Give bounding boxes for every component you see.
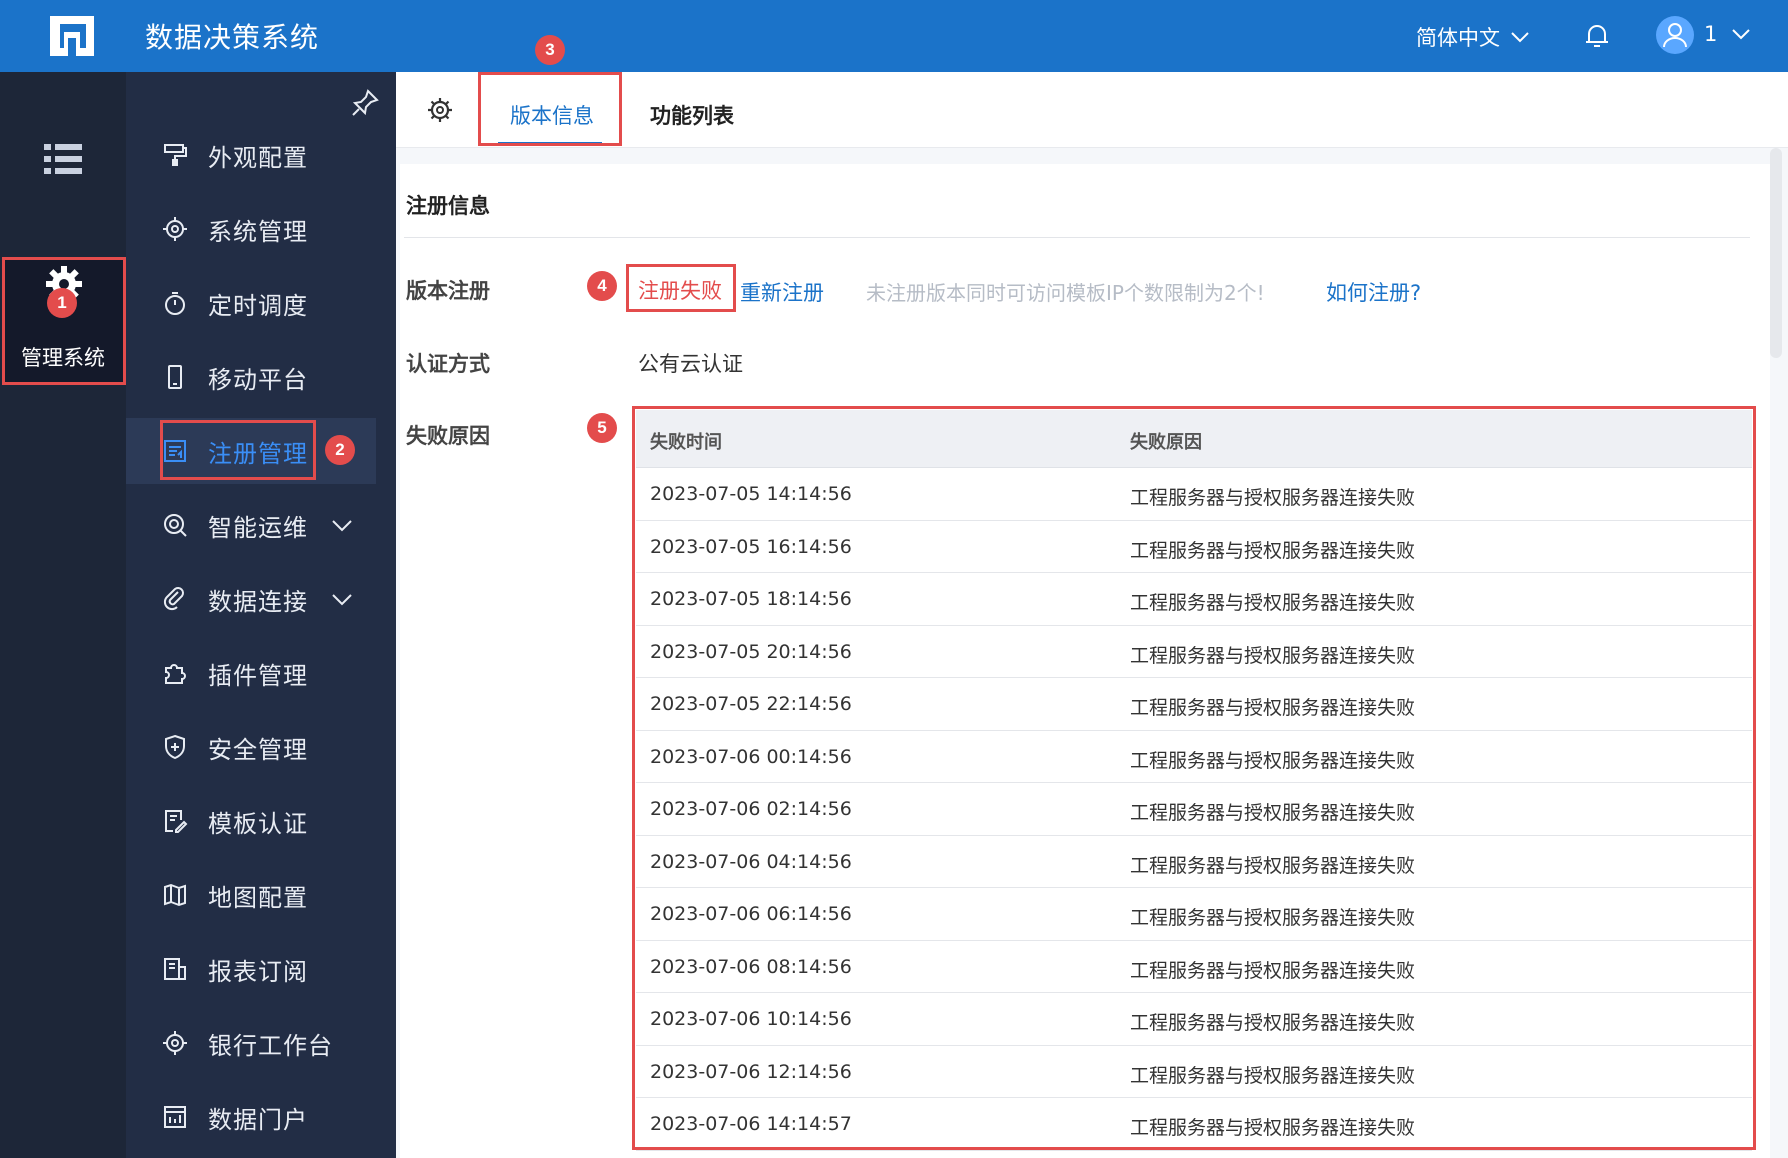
register-hint: 未注册版本同时可访问模板IP个数限制为2个! [866, 281, 1265, 305]
menu-item-label: 报表订阅 [208, 957, 308, 986]
ops-icon [164, 514, 187, 537]
auth-method-label: 认证方式 [406, 352, 490, 376]
annotation-badge-3: 3 [535, 35, 565, 65]
menu-item-label: 外观配置 [208, 143, 308, 172]
language-label: 简体中文 [1416, 26, 1500, 50]
menu-item-label: 地图配置 [208, 883, 308, 912]
chevron-down-icon [332, 594, 352, 606]
annotation-badge-2: 2 [325, 435, 355, 465]
settings-gear-icon[interactable] [426, 96, 454, 124]
annotation-badge-5: 5 [587, 413, 617, 443]
menu-item-subscription[interactable]: 报表订阅 [126, 936, 396, 1002]
menu-item-label: 系统管理 [208, 217, 308, 246]
map-icon [164, 883, 186, 907]
menu-item-map[interactable]: 地图配置 [126, 862, 396, 928]
chevron-down-icon [1511, 32, 1529, 43]
user-icon [1663, 23, 1687, 48]
annotation-box-5 [632, 406, 1756, 1150]
annotation-box-3 [478, 72, 622, 146]
pin-icon[interactable] [350, 88, 380, 118]
menu-item-ops[interactable]: 智能运维 [126, 492, 396, 558]
top-header: 数据决策系统 简体中文 1 [0, 0, 1788, 72]
paint-roller-icon [164, 144, 187, 166]
divider [404, 237, 1750, 238]
menu-item-label: 智能运维 [208, 513, 308, 542]
menu-item-label: 定时调度 [208, 291, 308, 320]
menu-item-label: 数据门户 [208, 1105, 308, 1134]
gear-icon [163, 1031, 187, 1055]
menu-item-data-connection[interactable]: 数据连接 [126, 566, 396, 632]
menu-item-mobile[interactable]: 移动平台 [126, 344, 396, 410]
menu-item-data-portal[interactable]: 数据门户 [126, 1084, 396, 1150]
gear-icon [163, 217, 187, 241]
menu-item-appearance[interactable]: 外观配置 [126, 122, 396, 188]
menu-item-plugins[interactable]: 插件管理 [126, 640, 396, 706]
avatar[interactable] [1656, 16, 1694, 54]
menu-item-template-cert[interactable]: 模板认证 [126, 788, 396, 854]
annotation-box-1 [2, 257, 126, 385]
shield-icon [165, 734, 185, 760]
version-register-label: 版本注册 [406, 279, 490, 303]
menu-item-label: 模板认证 [208, 809, 308, 838]
app-title: 数据决策系统 [145, 21, 320, 54]
language-selector[interactable]: 简体中文 [1416, 22, 1530, 52]
list-menu-icon[interactable] [44, 142, 82, 176]
menu-item-label: 插件管理 [208, 661, 308, 690]
annotation-box-4 [626, 264, 736, 312]
annotation-badge-4: 4 [587, 271, 617, 301]
menu-item-label: 移动平台 [208, 365, 308, 394]
menu-item-label: 安全管理 [208, 735, 308, 764]
puzzle-icon [165, 664, 186, 684]
menu-item-bank-workbench[interactable]: 银行工作台 [126, 1010, 396, 1076]
sub-menu: 外观配置 系统管理 定时调度 移动平台 注册管理 智能运维 数据连接 插件管理 … [126, 72, 519, 1158]
mobile-icon [168, 365, 182, 389]
link-icon [163, 587, 184, 611]
annotation-box-2 [160, 420, 316, 480]
section-title: 注册信息 [406, 194, 490, 218]
portal-icon [164, 1106, 186, 1128]
subscription-icon [164, 958, 186, 980]
timer-icon [165, 292, 185, 315]
chevron-down-icon [332, 520, 352, 532]
menu-item-schedule[interactable]: 定时调度 [126, 270, 396, 336]
auth-method-value: 公有云认证 [638, 352, 743, 376]
menu-item-security[interactable]: 安全管理 [126, 714, 396, 780]
chevron-down-icon [1732, 29, 1751, 40]
annotation-badge-1: 1 [47, 288, 77, 318]
certificate-icon [165, 810, 188, 833]
user-name: 1 [1704, 22, 1718, 46]
failure-reason-label: 失败原因 [406, 424, 490, 448]
tab-feature-list[interactable]: 功能列表 [650, 100, 734, 130]
menu-item-label: 数据连接 [208, 587, 308, 616]
menu-item-system[interactable]: 系统管理 [126, 196, 396, 262]
bell-icon[interactable] [1582, 20, 1612, 50]
menu-item-label: 银行工作台 [208, 1031, 333, 1060]
left-rail: 目录 [0, 72, 126, 1158]
how-to-register-link[interactable]: 如何注册? [1326, 277, 1421, 307]
user-menu[interactable]: 1 [1704, 22, 1751, 46]
scrollbar[interactable] [1770, 148, 1782, 358]
logo-icon [50, 16, 94, 56]
re-register-link[interactable]: 重新注册 [740, 277, 824, 307]
